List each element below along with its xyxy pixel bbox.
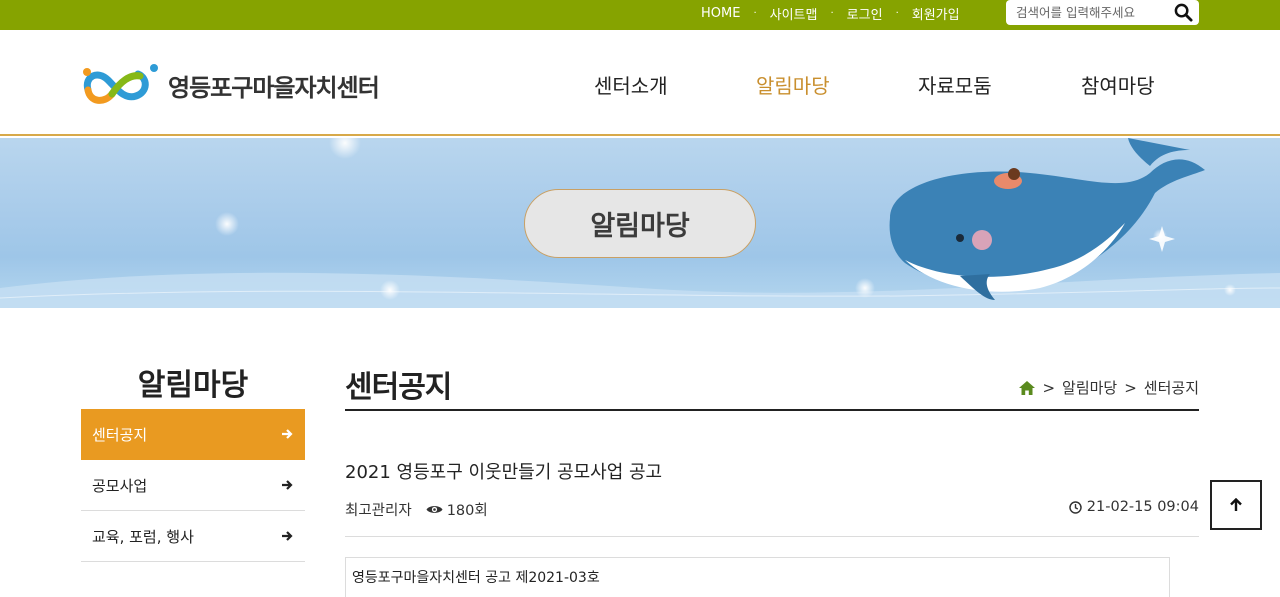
logo-symbol-icon [83,64,158,104]
sidebar-title: 알림마당 [137,368,249,403]
breadcrumb-item[interactable]: 알림마당 [1062,377,1117,398]
post-date-text: 21-02-15 09:04 [1086,499,1199,515]
nav-resources[interactable]: 자료모둠 [918,70,992,99]
search-input[interactable] [1006,0,1166,25]
sidebar-item-label: 센터공지 [92,426,148,444]
page-title: 센터공지 [345,370,452,405]
post-body-text: 영등포구마을자치센터 공고 제2021-03호 [352,570,600,586]
home-icon[interactable] [1019,380,1036,395]
whale-illustration [889,138,1205,300]
home-link[interactable]: HOME [701,6,740,21]
post-author: 최고관리자 [345,503,412,519]
clock-icon [1069,500,1082,514]
views-count: 180회 [446,503,488,519]
join-link[interactable]: 회원가입 [912,4,960,23]
post-title: 2021 영등포구 이웃만들기 공모사업 공고 [345,462,663,483]
search-icon[interactable] [1174,3,1193,22]
breadcrumb-item[interactable]: 센터공지 [1144,377,1199,398]
banner-title: 알림마당 [524,189,756,258]
sidebar-item-contest[interactable]: 공모사업 [81,460,305,511]
title-divider [345,409,1199,411]
sidebar-item-label: 교육, 포럼, 행사 [92,527,194,546]
sidebar-item-center-notice[interactable]: 센터공지 [81,409,305,460]
breadcrumb-separator: > [1042,378,1056,397]
top-utility-bar: HOME · 사이트맵 · 로그인 · 회원가입 [0,0,1280,30]
nav-center-intro[interactable]: 센터소개 [594,70,668,99]
nav-participation[interactable]: 참여마당 [1081,70,1155,99]
site-logo[interactable]: 영등포구마을자치센터 [82,62,380,108]
sidebar-item-education[interactable]: 교육, 포럼, 행사 [81,511,305,562]
breadcrumb: > 알림마당 > 센터공지 [1019,377,1199,398]
breadcrumb-separator: > [1124,378,1137,397]
post-body: 영등포구마을자치센터 공고 제2021-03호 [345,557,1170,597]
page-banner: 알림마당 [0,138,1280,308]
search-box [1006,0,1199,25]
separator-dot: · [895,7,899,19]
nav-notice[interactable]: 알림마당 [756,70,830,99]
post-meta: 최고관리자 180회 [345,499,488,520]
separator-dot: · [753,7,757,19]
arrow-right-icon [282,429,293,439]
site-header: 영등포구마을자치센터 센터소개 알림마당 자료모둠 참여마당 [0,30,1280,136]
arrow-right-icon [282,531,293,541]
eye-icon [426,506,443,513]
scroll-top-button[interactable] [1210,480,1262,530]
separator-dot: · [830,7,834,19]
sidebar-item-label: 공모사업 [92,476,148,495]
post-date: 21-02-15 09:04 [1069,499,1199,515]
arrow-up-icon [1230,498,1242,511]
logo-text: 영등포구마을자치센터 [168,73,380,102]
login-link[interactable]: 로그인 [847,4,883,23]
post-views: 180회 [426,499,488,520]
meta-divider [345,536,1199,537]
arrow-right-icon [282,480,293,490]
utility-links: HOME · 사이트맵 · 로그인 · 회원가입 [701,0,960,26]
sitemap-link[interactable]: 사이트맵 [770,4,818,23]
